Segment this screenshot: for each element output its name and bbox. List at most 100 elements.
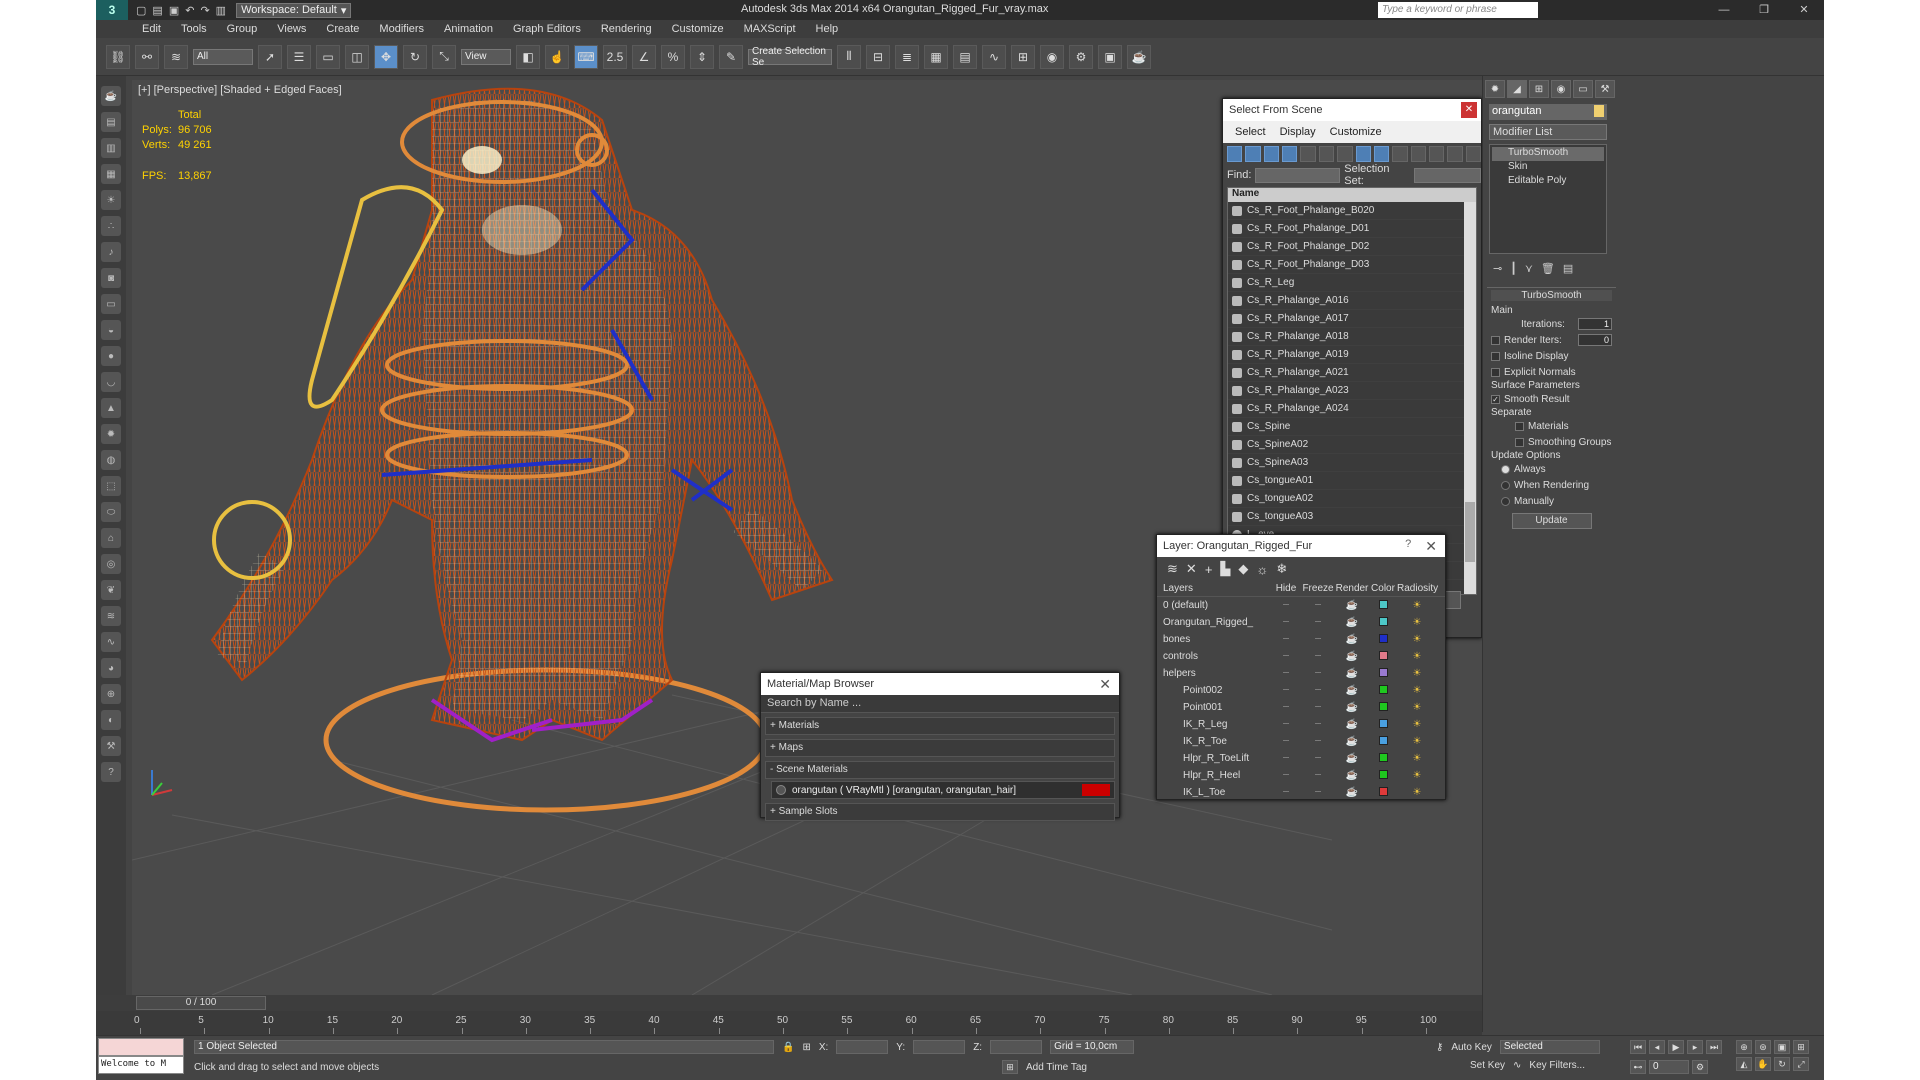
select-manipulate-icon[interactable]: ☝ bbox=[545, 44, 569, 69]
maxscript-output[interactable] bbox=[98, 1038, 184, 1056]
scene-object-row[interactable]: Cs_tongueA03 bbox=[1228, 508, 1476, 526]
track-bar[interactable]: 0 5 10 15 20 25 30 35 40 45 50 55 60 65 70 75 80 85 90 95 10… bbox=[96, 1011, 1482, 1035]
col-render[interactable]: Render bbox=[1335, 583, 1369, 594]
scene-object-row[interactable]: Cs_R_Foot_Phalange_D03 bbox=[1228, 256, 1476, 274]
grid-icon[interactable]: ▦ bbox=[101, 164, 121, 184]
menu-graph-editors[interactable]: Graph Editors bbox=[513, 23, 581, 35]
scene-object-row[interactable]: Cs_R_Foot_Phalange_B020 bbox=[1228, 202, 1476, 220]
shaded-sphere-icon[interactable]: ◕ bbox=[101, 658, 121, 678]
align-icon[interactable]: ⊟ bbox=[866, 44, 890, 69]
radiosity-icon[interactable]: ☀ bbox=[1397, 770, 1437, 781]
light-icon[interactable]: ☀ bbox=[101, 190, 121, 210]
plane-icon[interactable]: ⬚ bbox=[101, 476, 121, 496]
layer-row[interactable]: controls ┄ ┄ ☕ ☀ bbox=[1157, 648, 1445, 665]
key-mode-icon[interactable]: ⊷ bbox=[1630, 1060, 1646, 1074]
explicit-normals-checkbox[interactable] bbox=[1491, 367, 1500, 377]
help-search-input[interactable]: Type a keyword or phrase bbox=[1378, 2, 1538, 18]
stack-item-turbosmooth[interactable]: TurboSmooth bbox=[1492, 147, 1604, 161]
named-selection-dropdown[interactable]: Create Selection Se bbox=[748, 46, 832, 68]
torus-icon[interactable]: ◎ bbox=[101, 554, 121, 574]
material-search-input[interactable]: Search by Name ... bbox=[761, 695, 1119, 713]
make-unique-icon[interactable]: ⋎ bbox=[1525, 262, 1533, 275]
radiosity-icon[interactable]: ☀ bbox=[1397, 702, 1437, 713]
key-filters-button[interactable]: Key Filters... bbox=[1529, 1060, 1585, 1071]
current-frame-input[interactable]: 0 bbox=[1649, 1060, 1689, 1074]
scene-material-item[interactable]: orangutan ( VRayMtl ) [orangutan, orangu… bbox=[771, 781, 1115, 799]
scene-object-row[interactable]: Cs_R_Phalange_A018 bbox=[1228, 328, 1476, 346]
hide-all-icon[interactable]: ☼ bbox=[1256, 562, 1268, 577]
freeze-toggle[interactable]: ┄ bbox=[1301, 685, 1335, 696]
help-circle-icon[interactable]: ? bbox=[101, 762, 121, 782]
col-hide[interactable]: Hide bbox=[1271, 583, 1301, 594]
menu-maxscript[interactable]: MAXScript bbox=[744, 23, 796, 35]
display-xrefs-icon[interactable] bbox=[1355, 146, 1371, 162]
materials-checkbox[interactable] bbox=[1515, 421, 1524, 431]
edit-named-selection-icon[interactable]: ✎ bbox=[719, 44, 743, 69]
menu-help[interactable]: Help bbox=[816, 23, 839, 35]
render-iters-checkbox[interactable] bbox=[1491, 335, 1500, 345]
bowl-icon[interactable]: ◡ bbox=[101, 372, 121, 392]
column-header-name[interactable]: Name bbox=[1228, 188, 1476, 202]
show-end-result-icon[interactable]: ┃ bbox=[1510, 262, 1517, 275]
selection-set-dropdown[interactable] bbox=[1413, 167, 1481, 183]
menu-modifiers[interactable]: Modifiers bbox=[379, 23, 424, 35]
reference-coordinate-dropdown[interactable]: View bbox=[461, 48, 511, 65]
freeze-toggle[interactable]: ┄ bbox=[1301, 770, 1335, 781]
scene-object-row[interactable]: Cs_R_Phalange_A019 bbox=[1228, 346, 1476, 364]
layer-color-swatch[interactable] bbox=[1369, 769, 1397, 782]
redo-icon[interactable]: ↷ bbox=[200, 4, 209, 17]
update-button[interactable]: Update bbox=[1511, 513, 1592, 529]
project-folder-icon[interactable]: ▥ bbox=[216, 4, 226, 17]
time-slider-thumb[interactable]: 0 / 100 bbox=[136, 996, 266, 1010]
orbit-icon[interactable]: ↻ bbox=[1774, 1057, 1790, 1071]
zoom-extents-icon[interactable]: ▣ bbox=[1774, 1040, 1790, 1054]
camera-icon[interactable]: ◙ bbox=[101, 268, 121, 288]
keyboard-shortcut-override-icon[interactable]: ⌨ bbox=[574, 44, 598, 69]
x-coordinate-input[interactable] bbox=[836, 1040, 889, 1054]
zoom-all-icon[interactable]: ⊛ bbox=[1755, 1040, 1771, 1054]
col-color[interactable]: Color bbox=[1369, 583, 1397, 594]
utility-icon[interactable]: ⚒ bbox=[101, 736, 121, 756]
select-in-layer-icon[interactable]: ▙ bbox=[1220, 561, 1230, 577]
sound-icon[interactable]: ♪ bbox=[101, 242, 121, 262]
create-tab-icon[interactable]: ✹ bbox=[1485, 80, 1505, 98]
scene-object-row[interactable]: Cs_R_Phalange_A016 bbox=[1228, 292, 1476, 310]
radiosity-icon[interactable]: ☀ bbox=[1397, 719, 1437, 730]
section-materials[interactable]: + Materials bbox=[765, 717, 1115, 735]
col-radiosity[interactable]: Radiosity bbox=[1397, 583, 1438, 594]
freeze-toggle[interactable]: ┄ bbox=[1301, 668, 1335, 679]
hide-toggle[interactable]: ┄ bbox=[1271, 702, 1301, 713]
menu-edit[interactable]: Edit bbox=[142, 23, 161, 35]
maxscript-input[interactable]: Welcome to M bbox=[98, 1056, 184, 1074]
layer-row[interactable]: Point002 ┄ ┄ ☕ ☀ bbox=[1157, 682, 1445, 699]
layer-row[interactable]: IK_R_Leg ┄ ┄ ☕ ☀ bbox=[1157, 716, 1445, 733]
list-scrollbar[interactable] bbox=[1464, 202, 1476, 594]
radiosity-icon[interactable]: ☀ bbox=[1397, 668, 1437, 679]
layer-row[interactable]: Hlpr_R_Heel ┄ ┄ ☕ ☀ bbox=[1157, 767, 1445, 784]
percent-snap-icon[interactable]: % bbox=[661, 44, 685, 69]
layer-color-swatch[interactable] bbox=[1369, 701, 1397, 714]
section-sample-slots[interactable]: + Sample Slots bbox=[765, 803, 1115, 821]
previous-frame-icon[interactable]: ◂ bbox=[1649, 1040, 1665, 1054]
lock-selection-icon[interactable]: 🔒 bbox=[782, 1042, 794, 1053]
cone-icon[interactable]: ▲ bbox=[101, 398, 121, 418]
link-icon[interactable]: ⛓ bbox=[106, 44, 130, 69]
hide-toggle[interactable]: ┄ bbox=[1271, 770, 1301, 781]
zoom-extents-all-icon[interactable]: ⊞ bbox=[1793, 1040, 1809, 1054]
hide-toggle[interactable]: ┄ bbox=[1271, 617, 1301, 628]
render-teapot-icon[interactable]: ☕ bbox=[1335, 719, 1369, 730]
find-input[interactable] bbox=[1255, 167, 1341, 183]
play-icon[interactable]: ▶ bbox=[1668, 1040, 1684, 1054]
section-scene-materials[interactable]: - Scene Materials bbox=[765, 761, 1115, 779]
freeze-toggle[interactable]: ┄ bbox=[1301, 719, 1335, 730]
freeze-all-icon[interactable]: ❄ bbox=[1276, 561, 1287, 577]
layer-color-swatch[interactable] bbox=[1369, 684, 1397, 697]
layer-color-swatch[interactable] bbox=[1369, 735, 1397, 748]
layer-row[interactable]: 0 (default) ┄ ┄ ☕ ☀ bbox=[1157, 597, 1445, 614]
select-object-icon[interactable]: ➚ bbox=[258, 44, 282, 69]
render-teapot-icon[interactable]: ☕ bbox=[1335, 702, 1369, 713]
highlight-selected-icon[interactable]: ◆ bbox=[1238, 561, 1248, 577]
freeze-toggle[interactable]: ┄ bbox=[1301, 787, 1335, 797]
save-file-icon[interactable]: ▣ bbox=[169, 4, 179, 17]
sort-icon[interactable] bbox=[1465, 146, 1482, 162]
